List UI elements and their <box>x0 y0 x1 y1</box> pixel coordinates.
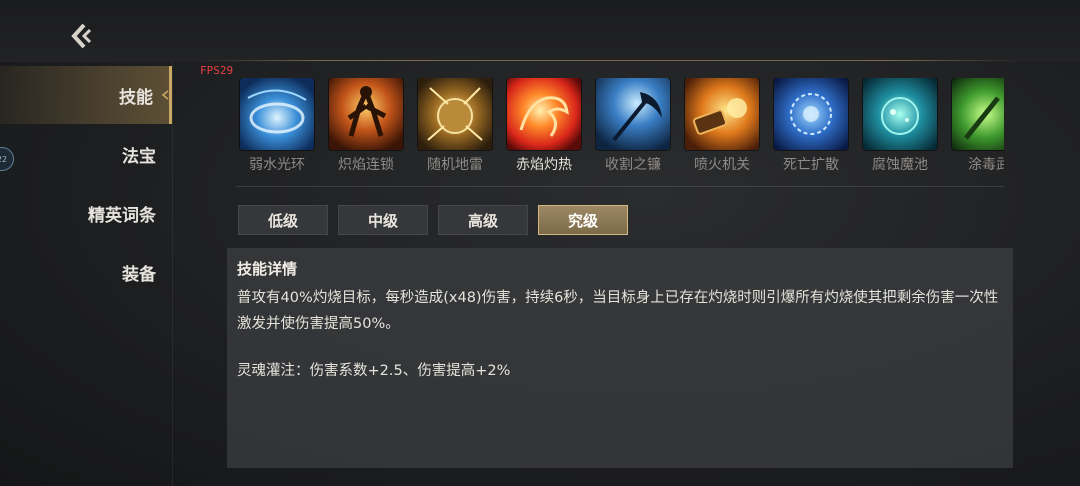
reaping-scythe-icon <box>596 78 670 150</box>
skill-name: 腐蚀魔池 <box>872 157 928 173</box>
sidebar-item-treasure[interactable]: 法宝 <box>0 125 172 183</box>
sidebar-item-skills[interactable]: 技能 <box>0 66 172 124</box>
sidebar-item-elite-traits[interactable]: 精英词条 <box>0 184 172 242</box>
sidebar-item-label: 法宝 <box>122 146 156 167</box>
back-arrow-icon <box>71 23 92 49</box>
top-frame-line <box>200 60 1020 61</box>
skill-item-flamethrower[interactable]: 喷火机关 <box>683 78 761 178</box>
random-mine-icon <box>418 78 492 150</box>
chevron-left-icon <box>161 90 169 100</box>
fps-counter: FPS29 <box>200 64 234 77</box>
skill-list-divider <box>236 186 1004 187</box>
flame-chain-icon <box>329 78 403 150</box>
back-button[interactable] <box>66 20 100 52</box>
crimson-flame-icon <box>507 78 581 150</box>
skill-item-poison-weapon[interactable]: 涂毒武 <box>950 78 1004 178</box>
sidebar-item-label: 装备 <box>122 264 156 285</box>
skill-item-random-mine[interactable]: 随机地雷 <box>416 78 494 178</box>
skill-name: 喷火机关 <box>694 157 750 173</box>
flamethrower-icon <box>685 78 759 150</box>
death-spread-icon <box>774 78 848 150</box>
skill-item-water-ring[interactable]: 弱水光环 <box>238 78 316 178</box>
skill-name: 赤焰灼热 <box>516 157 572 173</box>
tier-tab-mid[interactable]: 中级 <box>338 205 428 235</box>
detail-description: 普攻有40%灼烧目标，每秒造成(x48)伤害，持续6秒，当目标身上已存在灼烧时则… <box>237 290 999 332</box>
skill-list: 弱水光环 炽焰连锁 随机地雷 赤焰灼热 收割之镰 喷火机关 死亡扩散 腐蚀魔池 … <box>236 78 1004 182</box>
tier-tab-low[interactable]: 低级 <box>238 205 328 235</box>
skill-name: 死亡扩散 <box>783 157 839 173</box>
skill-name: 涂毒武 <box>968 157 1004 173</box>
game-screen: 22 技能 法宝 精英词条 装备 FPS29 弱水光环 <box>0 0 1080 486</box>
skill-detail-panel: 技能详情 普攻有40%灼烧目标，每秒造成(x48)伤害，持续6秒，当目标身上已存… <box>227 248 1013 468</box>
corrosion-pool-icon <box>863 78 937 150</box>
poison-weapon-icon <box>952 78 1004 150</box>
skill-name: 收割之镰 <box>605 157 661 173</box>
water-ring-icon <box>240 78 314 150</box>
tier-tab-ultimate[interactable]: 究级 <box>538 205 628 235</box>
sidebar-item-label: 技能 <box>119 87 153 108</box>
skill-name: 随机地雷 <box>427 157 483 173</box>
skill-item-corrosion-pool[interactable]: 腐蚀魔池 <box>861 78 939 178</box>
skill-item-reaping-scythe[interactable]: 收割之镰 <box>594 78 672 178</box>
sidebar-item-label: 精英词条 <box>88 205 156 226</box>
skill-item-death-spread[interactable]: 死亡扩散 <box>772 78 850 178</box>
skill-name: 弱水光环 <box>249 157 305 173</box>
top-frame <box>0 0 1080 62</box>
tier-tab-high[interactable]: 高级 <box>438 205 528 235</box>
sidebar-item-equipment[interactable]: 装备 <box>0 243 172 301</box>
skill-item-flame-chain[interactable]: 炽焰连锁 <box>327 78 405 178</box>
sidebar-divider <box>172 62 173 486</box>
detail-title: 技能详情 <box>237 260 298 278</box>
skill-item-crimson-flame[interactable]: 赤焰灼热 <box>505 78 583 178</box>
skill-name: 炽焰连锁 <box>338 157 394 173</box>
detail-soul-infusion: 灵魂灌注：伤害系数+2.5、伤害提高+2% <box>237 363 511 379</box>
